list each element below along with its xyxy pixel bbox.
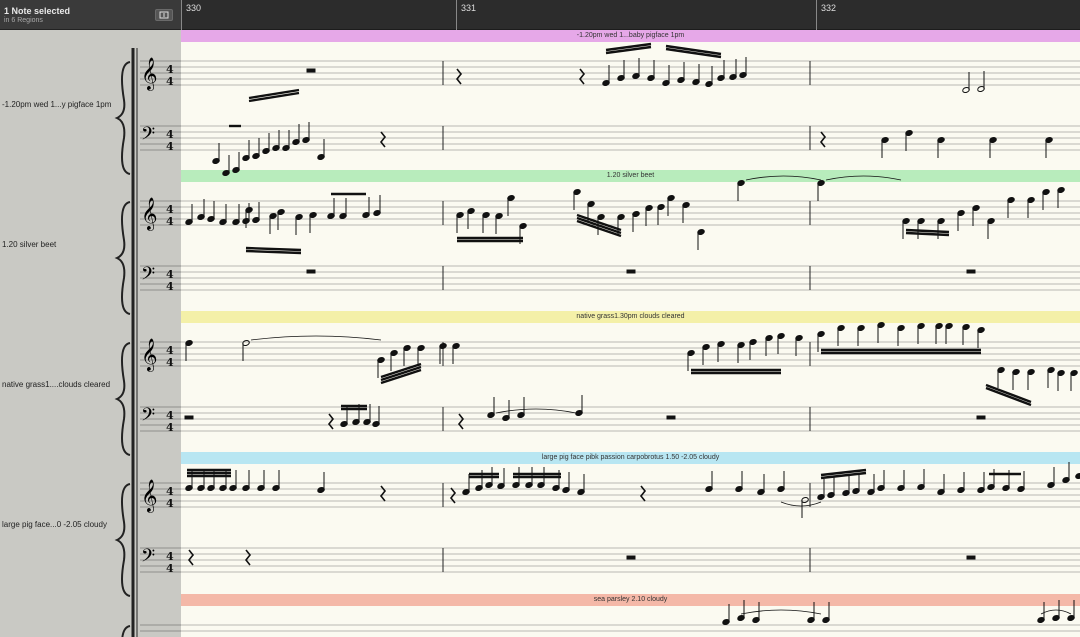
- rest: [379, 131, 387, 148]
- tie: [1040, 609, 1072, 615]
- beam: [905, 231, 950, 237]
- treble-clef-icon: 𝄞: [141, 197, 158, 231]
- time-sig-icon: 4: [166, 356, 174, 369]
- bass-clef-icon: 𝄢: [141, 264, 155, 289]
- note: [1075, 472, 1080, 480]
- rest: [578, 68, 586, 85]
- selection-regions: in 6 Regions: [4, 17, 43, 24]
- tie: [495, 408, 577, 414]
- bass-clef-icon: 𝄢: [141, 546, 155, 571]
- beam: [985, 383, 1032, 404]
- rest: [626, 555, 636, 560]
- grand-staff-4: 𝄞 𝄢 4 4 4 4: [114, 479, 181, 597]
- tie: [250, 335, 382, 341]
- time-sig-icon: 4: [166, 421, 174, 434]
- tie: [740, 609, 822, 615]
- rest: [379, 485, 387, 502]
- ruler-tick: [816, 0, 817, 30]
- tie: [780, 501, 822, 507]
- capture-icon[interactable]: [155, 9, 173, 21]
- time-sig-icon: 4: [166, 280, 174, 293]
- time-sig-icon: 4: [166, 562, 174, 575]
- rest: [306, 269, 316, 274]
- rest: [306, 68, 316, 73]
- selection-info: 1 Note selected in 6 Regions: [0, 0, 181, 30]
- rest: [244, 549, 252, 566]
- treble-clef-icon: 𝄞: [141, 479, 158, 513]
- system-brace-column: 𝄞 𝄢 4 4 4 4 𝄞 𝄢 4 4 4 4 𝄞 𝄢 4 4 4 4 𝄞 𝄢 …: [114, 48, 181, 637]
- beam: [380, 368, 422, 385]
- beam: [245, 249, 302, 255]
- time-sig-icon: 4: [166, 140, 174, 153]
- rest: [457, 413, 465, 430]
- selection-count: 1 Note selected: [4, 6, 71, 16]
- bass-clef-icon: 𝄢: [141, 405, 155, 430]
- treble-clef-icon: 𝄞: [141, 338, 158, 372]
- track-header-panel: -1.20pm wed 1...y pigface 1pm 1.20 silve…: [0, 30, 181, 637]
- bar-number-330: 330: [186, 3, 202, 13]
- grand-staff-5: [121, 624, 181, 637]
- tie: [745, 175, 822, 181]
- grand-staff-1: 𝄞 𝄢 4 4 4 4: [114, 57, 181, 175]
- grand-staff-3: 𝄞 𝄢 4 4 4 4: [114, 338, 181, 456]
- rest: [819, 131, 827, 148]
- ruler-tick: [456, 0, 457, 30]
- rest: [327, 413, 335, 430]
- bar-number-331: 331: [461, 3, 477, 13]
- rest: [626, 269, 636, 274]
- rest: [639, 485, 647, 502]
- tie: [825, 175, 902, 181]
- bar-ruler[interactable]: 330 331 332: [181, 0, 1080, 30]
- score-area[interactable]: -1.20pm wed 1...baby pigface 1pm 1.20 si…: [181, 30, 1080, 637]
- rest: [455, 68, 463, 85]
- ruler-tick: [181, 0, 182, 30]
- beam: [905, 228, 950, 234]
- rest: [966, 269, 976, 274]
- beam: [245, 246, 302, 252]
- beam: [576, 216, 622, 235]
- time-sig-icon: 4: [166, 497, 174, 510]
- rest: [187, 549, 195, 566]
- notation-canvas[interactable]: [181, 30, 1080, 637]
- rest: [666, 415, 676, 420]
- beam: [380, 365, 422, 382]
- time-sig-icon: 4: [166, 75, 174, 88]
- rest: [976, 415, 986, 420]
- beam: [985, 386, 1032, 407]
- bass-clef-icon: 𝄢: [141, 124, 155, 149]
- treble-clef-icon: 𝄞: [141, 57, 158, 91]
- bar-number-332: 332: [821, 3, 837, 13]
- rest: [966, 555, 976, 560]
- rest: [184, 415, 194, 420]
- time-sig-icon: 4: [166, 215, 174, 228]
- grand-staff-2: 𝄞 𝄢 4 4 4 4: [114, 197, 181, 315]
